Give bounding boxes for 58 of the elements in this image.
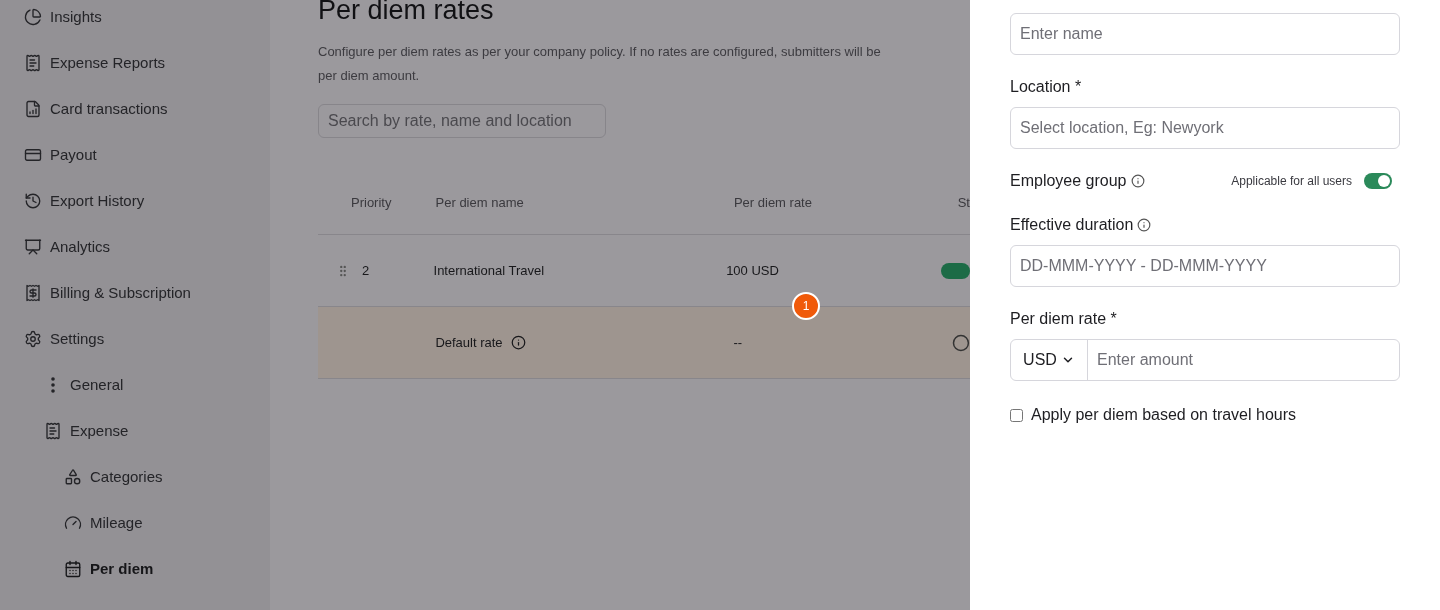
checkbox-label: Apply per diem based on travel hours: [1031, 405, 1297, 425]
column-header: Priority: [351, 193, 393, 212]
page-title: Per diem rates: [318, 0, 495, 24]
receipt-dollar-icon: [24, 284, 42, 302]
description-text: per diem amount.: [318, 67, 421, 85]
sidebar-item[interactable]: Billing & Subscription: [0, 270, 270, 316]
sidebar-item[interactable]: Insights: [0, 0, 270, 40]
sidebar-item[interactable]: Payout: [0, 132, 270, 178]
sidebar-item[interactable]: Per diem: [0, 546, 270, 592]
sidebar-item[interactable]: Settings: [0, 316, 270, 362]
sidebar-item[interactable]: Categories: [0, 454, 270, 500]
column-header: Per diem rate: [733, 193, 813, 212]
info-icon: [1130, 174, 1145, 188]
priority-cell-text: 2: [362, 261, 370, 280]
info-icon: [1137, 218, 1152, 232]
name-field[interactable]: Enter name: [1010, 13, 1400, 55]
chart-board-icon: [24, 238, 42, 256]
currency-select[interactable]: USD: [1011, 340, 1088, 380]
column-header: Per diem name: [435, 193, 525, 212]
rate-cell-text: 100 USD: [726, 261, 780, 280]
settings-icon: [24, 330, 42, 348]
history-icon: [24, 192, 42, 210]
status-toggle[interactable]: [940, 262, 970, 279]
toggle-label: Applicable for all users: [1231, 173, 1352, 190]
location-field[interactable]: Select location, Eg: Newyork: [1010, 107, 1400, 149]
document-icon: [24, 100, 42, 118]
shapes-icon: [64, 468, 82, 486]
step-badge: 1: [792, 292, 820, 320]
sidebar-item[interactable]: General: [0, 362, 270, 408]
receipt-icon: [24, 54, 42, 72]
info-icon: [510, 335, 526, 350]
toggle-switch[interactable]: [1364, 173, 1392, 189]
amount-field[interactable]: USD Enter amount: [1010, 339, 1400, 381]
name-cell-text: International Travel: [433, 261, 545, 280]
sidebar-item[interactable]: Expense: [0, 408, 270, 454]
field-label: Location *: [1010, 77, 1083, 97]
date-range-field[interactable]: DD-MMM-YYYY - DD-MMM-YYYY: [1010, 245, 1400, 287]
sidebar-item[interactable]: Expense Reports: [0, 40, 270, 86]
field-label: Effective duration: [1010, 215, 1134, 235]
card-icon: [24, 146, 42, 164]
dots-icon: [51, 377, 55, 393]
gauge-icon: [64, 514, 82, 532]
rate-cell-text: --: [733, 333, 744, 352]
sidebar-item[interactable]: Card transactions: [0, 86, 270, 132]
calendar-icon: [64, 560, 82, 578]
pie-chart-icon: [24, 8, 42, 26]
receipt-icon: [44, 422, 62, 440]
circle-icon: [952, 333, 970, 352]
description-text: Configure per diem rates as per your company policy. If no rates are configured, submitters will be: [318, 43, 882, 61]
sidebar-item[interactable]: Mileage: [0, 500, 270, 546]
name-cell-text: Default rate: [435, 333, 503, 352]
field-label: Per diem rate *: [1010, 309, 1118, 329]
column-header: St: [957, 193, 970, 212]
travel-hours-checkbox[interactable]: [1010, 408, 1023, 422]
sidebar-item[interactable]: Analytics: [0, 224, 270, 270]
sidebar-item[interactable]: Export History: [0, 178, 270, 224]
field-label: Employee group: [1010, 171, 1127, 191]
search-field[interactable]: Search by rate, name and location: [318, 104, 606, 138]
